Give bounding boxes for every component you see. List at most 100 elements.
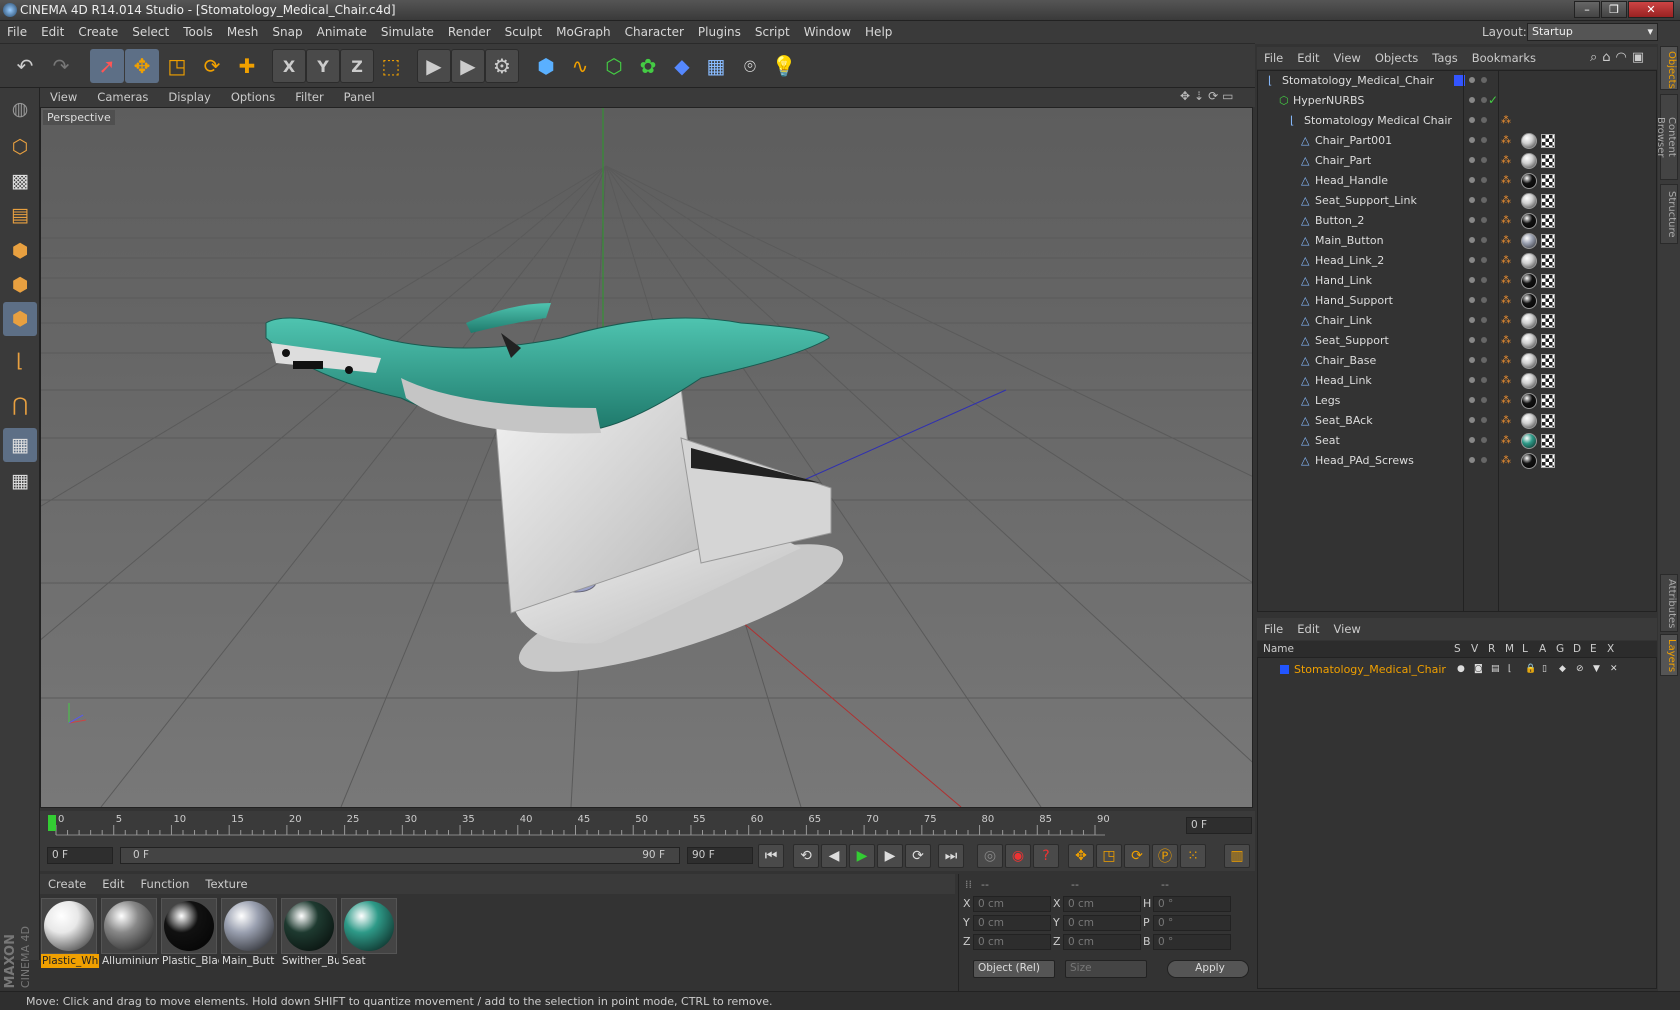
- autokey-icon[interactable]: ?: [1033, 844, 1059, 868]
- layer-flag-toggle[interactable]: ◙: [1474, 664, 1483, 675]
- live-selection-icon[interactable]: ➚: [90, 49, 124, 83]
- uvw-tag-icon[interactable]: [1541, 414, 1555, 428]
- viewport-menu-view[interactable]: View: [40, 88, 87, 107]
- editor-visibility-dot[interactable]: [1469, 297, 1475, 303]
- menu-plugins[interactable]: Plugins: [691, 21, 748, 44]
- redo-icon[interactable]: ↷: [44, 49, 78, 83]
- viewport-menu-options[interactable]: Options: [221, 88, 285, 107]
- editor-visibility-dot[interactable]: [1469, 417, 1475, 423]
- object-row[interactable]: △ Chair_Part ⁂: [1258, 151, 1656, 171]
- uvw-tag-icon[interactable]: [1541, 394, 1555, 408]
- layer-flag-column[interactable]: S: [1454, 643, 1461, 655]
- render-visibility-dot[interactable]: [1481, 117, 1487, 123]
- phong-tag-icon[interactable]: ⁂: [1501, 395, 1511, 407]
- render-visibility-dot[interactable]: [1481, 317, 1487, 323]
- render-visibility-dot[interactable]: [1481, 257, 1487, 263]
- key-pla-icon[interactable]: ⁙: [1180, 844, 1206, 868]
- menu-mograph[interactable]: MoGraph: [549, 21, 618, 44]
- phong-tag-icon[interactable]: ⁂: [1501, 235, 1511, 247]
- material-swatch[interactable]: Alluminium: [101, 898, 159, 970]
- object-row[interactable]: △ Head_Link_2 ⁂: [1258, 251, 1656, 271]
- menu-animate[interactable]: Animate: [310, 21, 374, 44]
- object-row[interactable]: △ Head_Handle ⁂: [1258, 171, 1656, 191]
- viewport-menu-panel[interactable]: Panel: [334, 88, 385, 107]
- render-visibility-dot[interactable]: [1481, 297, 1487, 303]
- floor-icon[interactable]: ▦: [699, 49, 733, 83]
- layer-flag-toggle[interactable]: ▯: [1542, 664, 1551, 675]
- menu-character[interactable]: Character: [618, 21, 691, 44]
- axis-mode-icon[interactable]: ⌊: [3, 344, 37, 378]
- object-row[interactable]: ⌊ Stomatology_Medical_Chair: [1258, 71, 1656, 91]
- light-icon[interactable]: 💡: [767, 49, 801, 83]
- render-visibility-dot[interactable]: [1481, 437, 1487, 443]
- object-row[interactable]: △ Button_2 ⁂: [1258, 211, 1656, 231]
- menu-edit[interactable]: Edit: [34, 21, 71, 44]
- layer-flag-toggle[interactable]: ▤: [1491, 664, 1500, 675]
- coord-value-field[interactable]: 0 cm: [973, 896, 1051, 912]
- key-scale-icon[interactable]: ◳: [1096, 844, 1122, 868]
- editor-visibility-dot[interactable]: [1469, 257, 1475, 263]
- material-swatch[interactable]: Swither_Bu: [281, 898, 339, 970]
- step-forward-icon[interactable]: ▶: [877, 844, 903, 868]
- object-row[interactable]: △ Legs ⁂: [1258, 391, 1656, 411]
- viewport-menu-cameras[interactable]: Cameras: [87, 88, 158, 107]
- layer-menu-file[interactable]: File: [1257, 618, 1290, 640]
- material-menu-create[interactable]: Create: [40, 874, 94, 894]
- object-row[interactable]: △ Chair_Part001 ⁂: [1258, 131, 1656, 151]
- object-row[interactable]: △ Seat_BAck ⁂: [1258, 411, 1656, 431]
- phong-tag-icon[interactable]: ⁂: [1501, 255, 1511, 267]
- object-menu-bookmarks[interactable]: Bookmarks: [1465, 47, 1543, 69]
- layer-flag-column[interactable]: A: [1539, 643, 1546, 655]
- z-axis-icon[interactable]: Z: [340, 49, 374, 83]
- maximize-button[interactable]: ❐: [1601, 1, 1627, 18]
- layer-flag-toggle[interactable]: 🔒: [1525, 664, 1536, 675]
- object-menu-view[interactable]: View: [1327, 47, 1368, 69]
- recent-tool-icon[interactable]: ✚: [230, 49, 264, 83]
- editor-visibility-dot[interactable]: [1469, 217, 1475, 223]
- menu-file[interactable]: File: [0, 21, 34, 44]
- material-tag-icon[interactable]: [1521, 193, 1537, 209]
- uvw-tag-icon[interactable]: [1541, 214, 1555, 228]
- object-row[interactable]: △ Hand_Support ⁂: [1258, 291, 1656, 311]
- phong-tag-icon[interactable]: ⁂: [1501, 455, 1511, 467]
- menu-tools[interactable]: Tools: [176, 21, 220, 44]
- material-swatch[interactable]: Plastic_Blac: [161, 898, 219, 970]
- coord-value-field[interactable]: 0 °: [1153, 934, 1231, 950]
- model-mode-icon[interactable]: ⬡: [3, 130, 37, 164]
- loop-icon[interactable]: ⟲: [793, 844, 819, 868]
- current-frame-field[interactable]: 0 F: [1186, 817, 1252, 834]
- layer-flag-toggle[interactable]: ▼: [1593, 664, 1602, 675]
- layer-flag-column[interactable]: V: [1471, 643, 1478, 655]
- editor-visibility-dot[interactable]: [1469, 237, 1475, 243]
- apply-button[interactable]: Apply: [1167, 960, 1249, 978]
- uvw-tag-icon[interactable]: [1541, 354, 1555, 368]
- render-visibility-dot[interactable]: [1481, 357, 1487, 363]
- material-tag-icon[interactable]: [1521, 253, 1537, 269]
- object-row[interactable]: △ Hand_Link ⁂: [1258, 271, 1656, 291]
- render-visibility-dot[interactable]: [1481, 77, 1487, 83]
- editor-visibility-dot[interactable]: [1469, 397, 1475, 403]
- phong-tag-icon[interactable]: ⁂: [1501, 435, 1511, 447]
- layer-flag-column[interactable]: E: [1590, 643, 1597, 655]
- object-row[interactable]: △ Chair_Link ⁂: [1258, 311, 1656, 331]
- editor-visibility-dot[interactable]: [1469, 177, 1475, 183]
- material-tag-icon[interactable]: [1521, 373, 1537, 389]
- layer-menu-view[interactable]: View: [1327, 618, 1368, 640]
- rotate-icon[interactable]: ⟳: [195, 49, 229, 83]
- viewport-menu-filter[interactable]: Filter: [285, 88, 333, 107]
- object-menu-tags[interactable]: Tags: [1425, 47, 1464, 69]
- render-visibility-dot[interactable]: [1481, 177, 1487, 183]
- material-tag-icon[interactable]: [1521, 293, 1537, 309]
- editor-visibility-dot[interactable]: [1469, 317, 1475, 323]
- render-visibility-dot[interactable]: [1481, 337, 1487, 343]
- object-row[interactable]: △ Chair_Base ⁂: [1258, 351, 1656, 371]
- layer-menu-edit[interactable]: Edit: [1290, 618, 1326, 640]
- object-menu-file[interactable]: File: [1257, 47, 1290, 69]
- play-icon[interactable]: ▶: [849, 844, 875, 868]
- object-row[interactable]: ⬡ HyperNURBS ✓: [1258, 91, 1656, 111]
- layer-flag-column[interactable]: X: [1607, 643, 1614, 655]
- render-picture-viewer-icon[interactable]: ▶: [451, 49, 485, 83]
- layer-flag-column[interactable]: R: [1488, 643, 1495, 655]
- editor-visibility-dot[interactable]: [1469, 377, 1475, 383]
- viewport-nav-icons[interactable]: ✥⇣⟳▭: [1180, 89, 1250, 106]
